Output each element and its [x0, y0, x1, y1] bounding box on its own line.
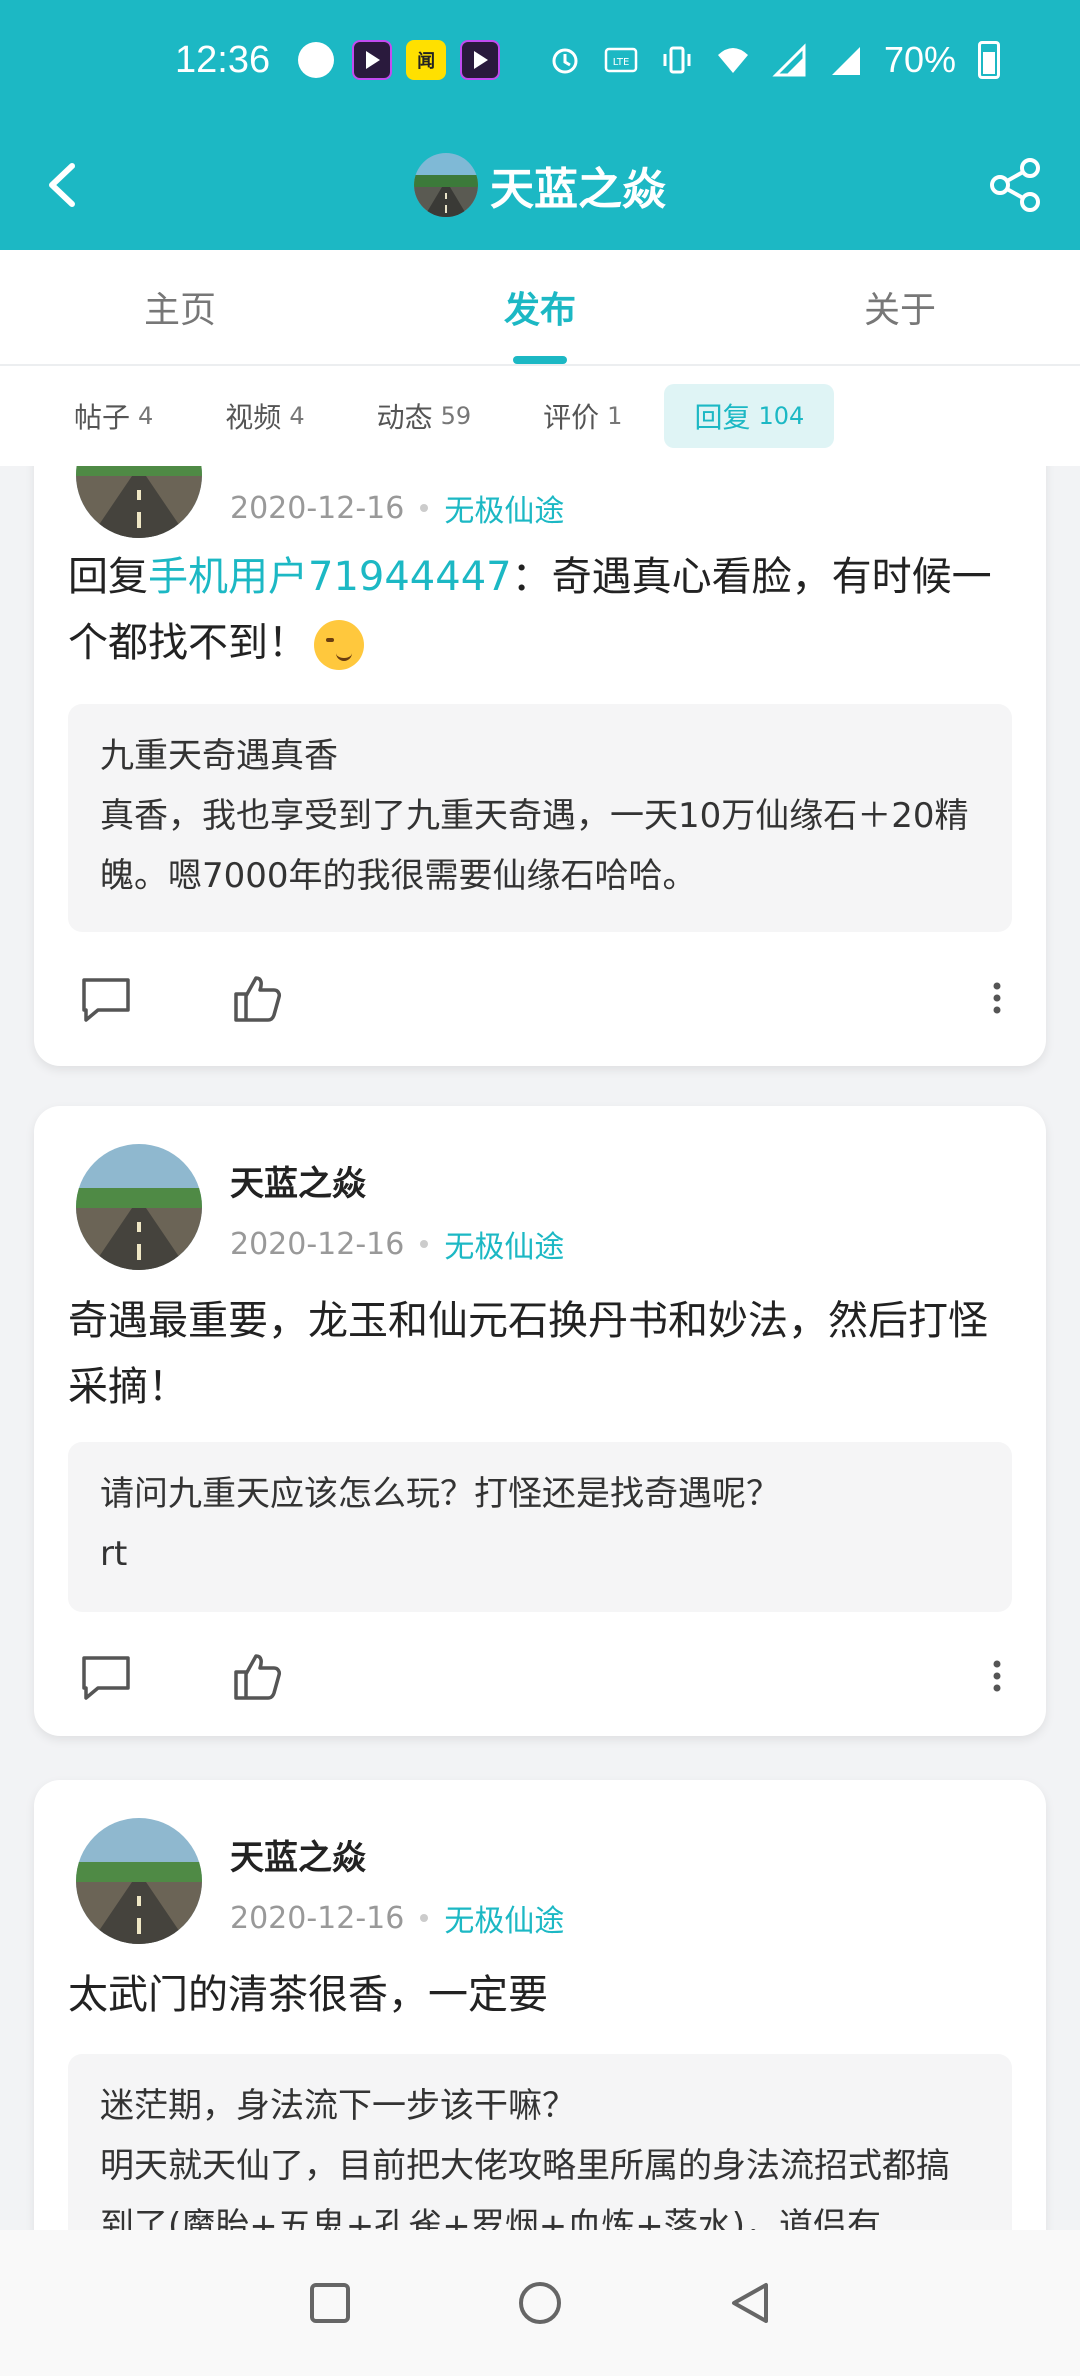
- volte-icon: LTE: [604, 47, 638, 73]
- main-tabs: 主页 发布 关于: [0, 250, 1080, 366]
- post-date: 2020-12-16: [230, 1900, 405, 1936]
- page-title: 天蓝之焱: [490, 164, 666, 215]
- title-bar: 天蓝之焱: [0, 120, 1080, 250]
- home-icon: [519, 2282, 561, 2324]
- reply-content: 回复手机用户71944447：奇遇真心看脸，有时候一个都找不到！: [68, 544, 1012, 676]
- subtab-reviews[interactable]: 评价 1: [513, 384, 652, 448]
- subtab-activity[interactable]: 动态 59: [347, 384, 502, 448]
- back-button[interactable]: [720, 2273, 780, 2333]
- video-app-icon: [352, 40, 393, 80]
- profile-title: 天蓝之焱: [414, 153, 666, 217]
- status-time: 12:36: [175, 38, 271, 81]
- status-bar: 12:36 闻 LTE 70%: [0, 0, 1080, 120]
- subtab-posts[interactable]: 帖子 4: [44, 384, 183, 448]
- reply-card[interactable]: 2020-12-16 无极仙途 回复手机用户71944447：奇遇真心看脸，有时…: [34, 466, 1046, 1066]
- quoted-body: 明天就天仙了，目前把大佬攻略里所属的身法流招式都搞到了(魔胎+五鬼+孔雀+罗烟+…: [100, 2146, 950, 2230]
- avatar[interactable]: [76, 1144, 202, 1270]
- subtab-videos[interactable]: 视频 4: [195, 384, 334, 448]
- subtab-count: 4: [289, 402, 305, 430]
- sub-tabs: 帖子 4 视频 4 动态 59 评价 1 回复 104: [0, 366, 1080, 466]
- more-icon[interactable]: [982, 1646, 1012, 1706]
- subtab-count: 104: [758, 402, 805, 430]
- tab-about[interactable]: 关于: [720, 250, 1080, 364]
- subtab-count: 1: [607, 402, 623, 430]
- post-actions: [68, 1646, 1012, 1716]
- post-actions: [68, 968, 1012, 1038]
- post-date: 2020-12-16: [230, 490, 405, 526]
- more-icon[interactable]: [982, 968, 1012, 1028]
- video-app-icon: [460, 40, 501, 80]
- reply-prefix: 回复: [68, 554, 148, 600]
- news-app-icon: 闻: [406, 40, 447, 80]
- quoted-post[interactable]: 请问九重天应该怎么玩？打怪还是找奇遇呢？ rt: [68, 1442, 1012, 1612]
- quoted-body: rt: [100, 1534, 128, 1574]
- subtab-label: 视频: [225, 401, 282, 434]
- subtab-count: 59: [440, 402, 472, 430]
- recent-apps-icon: [310, 2283, 350, 2323]
- share-icon[interactable]: [980, 150, 1050, 220]
- subtab-label: 动态: [376, 401, 433, 434]
- game-tag[interactable]: 无极仙途: [444, 486, 564, 530]
- globe-icon: [298, 42, 335, 78]
- home-button[interactable]: [510, 2273, 570, 2333]
- separator-dot: [420, 504, 429, 512]
- smirk-emoji-icon: [314, 620, 364, 670]
- mention-link[interactable]: 手机用户71944447: [148, 554, 512, 600]
- system-nav-bar: [0, 2230, 1080, 2376]
- reply-content: 奇遇最重要，龙玉和仙元石换丹书和妙法，然后打怪采摘！: [68, 1298, 988, 1410]
- quoted-body: 真香，我也享受到了九重天奇遇，一天10万仙缘石＋20精魄。嗯7000年的我很需要…: [100, 796, 969, 896]
- game-tag[interactable]: 无极仙途: [444, 1896, 564, 1940]
- recent-apps-button[interactable]: [300, 2273, 360, 2333]
- author-name[interactable]: 天蓝之焱: [230, 1830, 366, 1879]
- quoted-title: 请问九重天应该怎么玩？打怪还是找奇遇呢？: [100, 1474, 780, 1514]
- subtab-replies[interactable]: 回复 104: [664, 384, 835, 448]
- signal-icon: [831, 47, 860, 75]
- signal-icon: [772, 43, 806, 77]
- app-header: 12:36 闻 LTE 70% 天蓝之焱: [0, 0, 1080, 250]
- separator-dot: [420, 1914, 429, 1922]
- quoted-post[interactable]: 迷茫期，身法流下一步该干嘛？ 明天就天仙了，目前把大佬攻略里所属的身法流招式都搞…: [68, 2054, 1012, 2230]
- thumbs-up-icon[interactable]: [228, 1646, 288, 1706]
- comment-icon[interactable]: [76, 968, 136, 1028]
- subtab-label: 回复: [694, 401, 751, 434]
- reply-card[interactable]: 天蓝之焱 2020-12-16 无极仙途 奇遇最重要，龙玉和仙元石换丹书和妙法，…: [34, 1106, 1046, 1736]
- post-meta: 2020-12-16 无极仙途: [230, 486, 564, 530]
- chevron-left-icon[interactable]: [30, 150, 100, 220]
- battery-level: 70%: [883, 39, 956, 80]
- post-meta: 2020-12-16 无极仙途: [230, 1896, 564, 1940]
- subtab-label: 帖子: [74, 401, 131, 434]
- svg-text:LTE: LTE: [613, 57, 630, 68]
- post-date: 2020-12-16: [230, 1226, 405, 1262]
- tab-home[interactable]: 主页: [0, 250, 360, 364]
- post-meta: 2020-12-16 无极仙途: [230, 1222, 564, 1266]
- quoted-post[interactable]: 九重天奇遇真香 真香，我也享受到了九重天奇遇，一天10万仙缘石＋20精魄。嗯70…: [68, 704, 1012, 932]
- subtab-count: 4: [138, 402, 154, 430]
- reply-content: 太武门的清茶很香，一定要: [68, 1972, 548, 2018]
- reply-feed[interactable]: 2020-12-16 无极仙途 回复手机用户71944447：奇遇真心看脸，有时…: [0, 466, 1080, 2230]
- avatar[interactable]: [76, 1818, 202, 1944]
- separator-dot: [420, 1240, 429, 1248]
- thumbs-up-icon[interactable]: [228, 968, 288, 1028]
- game-tag[interactable]: 无极仙途: [444, 1222, 564, 1266]
- comment-icon[interactable]: [76, 1646, 136, 1706]
- quoted-title: 九重天奇遇真香: [100, 736, 338, 776]
- tab-publish[interactable]: 发布: [360, 250, 720, 364]
- battery-icon: [978, 41, 1000, 79]
- subtab-label: 评价: [543, 401, 600, 434]
- wifi-icon: [717, 48, 748, 73]
- back-icon: [732, 2283, 768, 2323]
- avatar: [414, 153, 478, 217]
- avatar[interactable]: [76, 466, 202, 538]
- reply-card[interactable]: 天蓝之焱 2020-12-16 无极仙途 太武门的清茶很香，一定要 迷茫期，身法…: [34, 1780, 1046, 2230]
- author-name[interactable]: 天蓝之焱: [230, 1156, 366, 1205]
- quoted-title: 迷茫期，身法流下一步该干嘛？: [100, 2086, 576, 2126]
- alarm-icon: [552, 48, 578, 74]
- vibrate-icon: [663, 46, 691, 74]
